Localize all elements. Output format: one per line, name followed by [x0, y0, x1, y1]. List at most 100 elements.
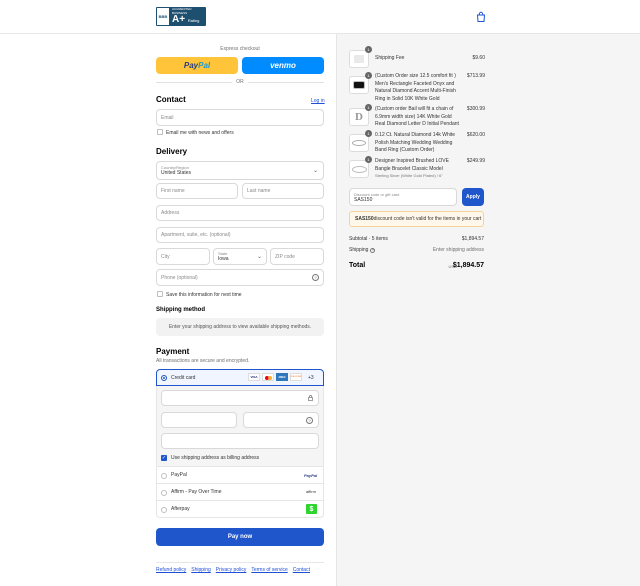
affirm-logo: affirm: [306, 489, 316, 494]
shipping-row-label: Shipping ?: [349, 247, 376, 253]
bangle-thumbnail: [349, 160, 369, 178]
news-checkbox-label: Email me with news and offers: [166, 130, 234, 136]
phone-field[interactable]: Phone (optional) ?: [156, 269, 324, 286]
onyx-ring-thumbnail: [349, 76, 369, 94]
credit-card-label: Credit card: [171, 375, 196, 381]
state-value: Iowa: [218, 256, 229, 262]
paypal-radio[interactable]: [161, 473, 167, 479]
expiration-field[interactable]: [161, 412, 237, 428]
discount-error-message: SAS150 discount code isn't valid for the…: [349, 211, 484, 227]
address-field[interactable]: Address: [156, 205, 324, 221]
bbb-logo[interactable]: BBB ACCREDITED BUSINESS A+ Rating: [156, 7, 206, 26]
paypal-logo: PayPal: [304, 473, 318, 478]
credit-card-radio[interactable]: [161, 375, 167, 381]
shipping-method-heading: Shipping method: [156, 307, 205, 313]
lock-icon: [308, 395, 313, 401]
divider-left: [156, 82, 232, 83]
paypal-option[interactable]: PayPal: [156, 467, 324, 484]
phone-placeholder: Phone (optional): [161, 274, 198, 281]
item-name: (Custom Order size 12.5 comfort fit ) Me…: [375, 73, 456, 102]
item-qty-badge: 1: [365, 130, 372, 137]
chevron-down-icon: ⌄: [256, 254, 262, 260]
shopping-bag-icon[interactable]: [475, 11, 487, 23]
bbb-rating-word: Rating: [187, 18, 200, 23]
country-select[interactable]: Country/Region United States ⌄: [156, 161, 324, 180]
first-name-field[interactable]: First name: [156, 183, 238, 199]
help-icon[interactable]: ?: [312, 274, 319, 281]
item-name: (Custom order Bail will fit a chain of 6…: [375, 106, 459, 127]
discount-value: SAS150: [354, 197, 373, 203]
billing-checkbox-label: Use shipping address as billing address: [171, 455, 260, 461]
more-cards-count: +3: [308, 375, 314, 381]
afterpay-radio[interactable]: [161, 507, 167, 513]
discount-code-field[interactable]: Discount code or gift card SAS150: [349, 188, 457, 206]
contact-link[interactable]: Contact: [293, 567, 310, 573]
affirm-radio[interactable]: [161, 490, 167, 496]
item-name: Designer Inspired Brushed LOVE Bangle Br…: [375, 158, 449, 172]
privacy-policy-link[interactable]: Privacy policy: [216, 567, 247, 573]
paypal-option-label: PayPal: [171, 472, 187, 478]
zip-field[interactable]: ZIP code: [270, 248, 324, 265]
subtotal-label: Subtotal · 5 items: [349, 236, 388, 242]
afterpay-option-label: Afterpay: [171, 506, 190, 512]
payment-heading: Payment: [156, 347, 190, 356]
divider-right: [248, 82, 324, 83]
delivery-heading: Delivery: [156, 147, 188, 156]
total-value: $1,894.57: [452, 262, 484, 269]
city-field[interactable]: City: [156, 248, 210, 265]
shipping-link[interactable]: Shipping: [191, 567, 210, 573]
discount-error-code: SAS150: [355, 216, 374, 222]
billing-checkbox[interactable]: ✓: [161, 455, 167, 461]
footer-links: Refund policy Shipping Privacy policy Te…: [156, 567, 310, 573]
item-qty-badge: 1: [365, 72, 372, 79]
pendant-thumbnail: D: [349, 108, 369, 126]
name-on-card-field[interactable]: [161, 433, 319, 449]
save-info-checkbox[interactable]: [157, 291, 163, 297]
affirm-option-label: Affirm - Pay Over Time: [171, 489, 222, 495]
login-link[interactable]: Log in: [311, 98, 325, 104]
afterpay-logo: $: [306, 504, 317, 514]
refund-policy-link[interactable]: Refund policy: [156, 567, 186, 573]
total-label: Total: [349, 262, 366, 269]
chevron-down-icon: ⌄: [312, 168, 318, 174]
shipping-fee-thumbnail: [349, 50, 369, 68]
affirm-option[interactable]: Affirm - Pay Over Time: [156, 484, 324, 501]
email-field[interactable]: Email: [156, 109, 324, 126]
contact-heading: Contact: [156, 95, 186, 104]
news-checkbox[interactable]: [157, 129, 163, 135]
header: BBB ACCREDITED BUSINESS A+ Rating: [0, 0, 640, 34]
express-checkout-label: Express checkout: [220, 46, 260, 52]
bbb-rating: A+: [172, 14, 186, 25]
item-price: $300.99: [466, 106, 485, 112]
item-price: $249.99: [466, 158, 485, 164]
venmo-express-button[interactable]: venmo: [242, 57, 324, 74]
item-qty-badge: 1: [365, 46, 372, 53]
paypal-logo-part1: Pay: [183, 61, 199, 70]
discount-error-text: discount code isn't valid for the items …: [373, 216, 482, 222]
state-select[interactable]: State Iowa ⌄: [213, 248, 267, 265]
amex-icon: AMEX: [276, 373, 288, 381]
item-qty-badge: 1: [365, 104, 372, 111]
item-name: Shipping Fee: [375, 55, 405, 61]
wedding-band-thumbnail: [349, 134, 369, 152]
apartment-field[interactable]: Apartment, suite, etc. (optional): [156, 227, 324, 243]
shipping-method-notice: Enter your shipping address to view avai…: [156, 318, 324, 336]
footer-divider: [156, 562, 324, 563]
card-number-field[interactable]: [161, 390, 319, 406]
terms-of-service-link[interactable]: Terms of service: [251, 567, 287, 573]
item-price: $9.60: [472, 55, 485, 61]
help-icon[interactable]: ?: [306, 417, 313, 424]
security-code-field[interactable]: ?: [243, 412, 319, 428]
item-qty-badge: 1: [365, 156, 372, 163]
bbb-seal: BBB: [157, 8, 169, 25]
pay-now-button[interactable]: Pay now: [156, 528, 324, 546]
afterpay-option[interactable]: Afterpay: [156, 501, 324, 518]
item-name: 0.12 Ct. Natural Diamond 14k White Polis…: [375, 132, 456, 153]
paypal-logo-part2: Pal: [198, 61, 211, 70]
help-icon[interactable]: ?: [370, 247, 376, 253]
apply-discount-button[interactable]: Apply: [462, 188, 484, 206]
paypal-express-button[interactable]: Pay Pal: [156, 57, 238, 74]
shipping-label: Shipping: [349, 247, 369, 253]
save-info-label: Save this information for next time: [166, 292, 242, 298]
last-name-field[interactable]: Last name: [242, 183, 324, 199]
